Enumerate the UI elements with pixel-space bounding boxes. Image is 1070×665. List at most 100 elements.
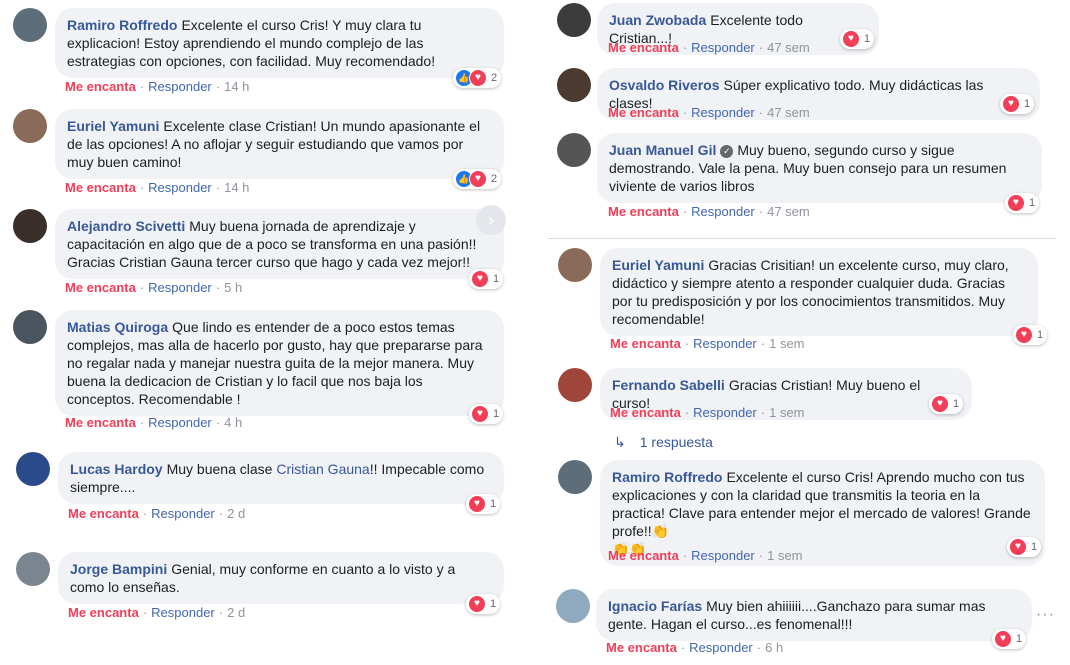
reaction-summary[interactable]: 👍 ♥ 2 — [453, 68, 502, 88]
reply-button[interactable]: Responder — [693, 405, 757, 420]
comment: Juan Zwobada Excelente todo Cristian...! … — [557, 3, 957, 61]
timestamp[interactable]: 14 h — [224, 180, 249, 195]
reaction-count: 1 — [1024, 98, 1031, 110]
timestamp[interactable]: 4 h — [224, 415, 242, 430]
reaction-summary[interactable]: ♥ 1 — [1000, 94, 1035, 114]
commenter-name[interactable]: Alejandro Scivetti — [67, 218, 185, 234]
reaction-summary[interactable]: ♥ 1 — [466, 594, 501, 614]
love-button[interactable]: Me encanta — [65, 415, 136, 430]
mention-link[interactable]: Cristian Gauna — [276, 461, 369, 477]
reply-button[interactable]: Responder — [148, 280, 212, 295]
timestamp[interactable]: 6 h — [765, 640, 783, 655]
reaction-count: 1 — [493, 273, 500, 285]
commenter-name[interactable]: Ignacio Farías — [608, 598, 702, 614]
reaction-summary[interactable]: ♥ 1 — [840, 29, 875, 49]
timestamp[interactable]: 47 sem — [767, 105, 810, 120]
chevron-right-icon[interactable]: › — [476, 205, 506, 235]
reply-button[interactable]: Responder — [148, 180, 212, 195]
timestamp[interactable]: 2 d — [227, 506, 245, 521]
love-button[interactable]: Me encanta — [608, 105, 679, 120]
comment: Osvaldo Riveros Súper explicativo todo. M… — [557, 68, 1047, 126]
comment: Ramiro Roffredo Excelente el curso Cris! … — [558, 460, 1053, 570]
reply-button[interactable]: Responder — [148, 415, 212, 430]
avatar[interactable] — [16, 452, 50, 486]
comment-actions: Me encanta · Responder · 4 h — [65, 415, 242, 430]
comment: Juan Manuel Gil ✓ Muy bueno, segundo curso… — [557, 133, 1047, 223]
love-button[interactable]: Me encanta — [608, 40, 679, 55]
timestamp[interactable]: 2 d — [227, 605, 245, 620]
reaction-summary[interactable]: ♥ 1 — [469, 269, 504, 289]
commenter-name[interactable]: Osvaldo Riveros — [609, 77, 720, 93]
reaction-summary[interactable]: ♥ 1 — [992, 629, 1027, 649]
love-button[interactable]: Me encanta — [610, 405, 681, 420]
commenter-name[interactable]: Jorge Bampini — [70, 561, 167, 577]
commenter-name[interactable]: Euriel Yamuni — [612, 257, 704, 273]
commenter-name[interactable]: Ramiro Roffredo — [612, 469, 722, 485]
avatar[interactable] — [557, 3, 591, 37]
heart-icon: ♥ — [1002, 95, 1020, 113]
avatar[interactable] — [13, 209, 47, 243]
commenter-name[interactable]: Ramiro Roffredo — [67, 17, 177, 33]
love-button[interactable]: Me encanta — [608, 548, 679, 563]
love-button[interactable]: Me encanta — [65, 280, 136, 295]
timestamp[interactable]: 1 sem — [769, 405, 804, 420]
love-button[interactable]: Me encanta — [65, 79, 136, 94]
avatar[interactable] — [558, 368, 592, 402]
reply-button[interactable]: Responder — [691, 105, 755, 120]
reaction-summary[interactable]: ♥ 1 — [466, 494, 501, 514]
avatar[interactable] — [13, 109, 47, 143]
commenter-name[interactable]: Fernando Sabelli — [612, 377, 725, 393]
avatar[interactable] — [16, 552, 50, 586]
comment: Euriel Yamuni Gracias Crisitian! un excel… — [558, 248, 1053, 353]
avatar[interactable] — [556, 589, 590, 623]
commenter-name[interactable]: Juan Manuel Gil — [609, 142, 716, 158]
reaction-count: 1 — [1016, 633, 1023, 645]
reply-button[interactable]: Responder — [691, 204, 755, 219]
reaction-summary[interactable]: ♥ 1 — [1005, 193, 1040, 213]
reaction-summary[interactable]: ♥ 1 — [1007, 537, 1042, 557]
comment-bubble: Alejandro Scivetti Muy buena jornada de a… — [55, 209, 504, 279]
commenter-name[interactable]: Euriel Yamuni — [67, 118, 159, 134]
reply-button[interactable]: Responder — [691, 548, 755, 563]
timestamp[interactable]: 14 h — [224, 79, 249, 94]
commenter-name[interactable]: Lucas Hardoy — [70, 461, 163, 477]
love-button[interactable]: Me encanta — [606, 640, 677, 655]
reaction-summary[interactable]: ♥ 1 — [1013, 325, 1048, 345]
separator: · — [684, 336, 690, 351]
commenter-name[interactable]: Matias Quiroga — [67, 319, 168, 335]
avatar[interactable] — [558, 460, 592, 494]
timestamp[interactable]: 47 sem — [767, 204, 810, 219]
more-options-icon[interactable]: ··· — [1036, 606, 1055, 624]
avatar[interactable] — [557, 133, 591, 167]
reply-button[interactable]: Responder — [689, 640, 753, 655]
heart-icon: ♥ — [471, 405, 489, 423]
avatar[interactable] — [558, 248, 592, 282]
love-button[interactable]: Me encanta — [610, 336, 681, 351]
love-button[interactable]: Me encanta — [68, 605, 139, 620]
timestamp[interactable]: 1 sem — [767, 548, 802, 563]
timestamp[interactable]: 47 sem — [767, 40, 810, 55]
view-replies-link[interactable]: ↳ 1 respuesta — [614, 434, 713, 451]
commenter-name[interactable]: Juan Zwobada — [609, 12, 706, 28]
reaction-count: 2 — [491, 173, 498, 185]
reaction-summary[interactable]: 👍 ♥ 2 — [453, 169, 502, 189]
love-button[interactable]: Me encanta — [608, 204, 679, 219]
avatar[interactable] — [13, 310, 47, 344]
reply-button[interactable]: Responder — [693, 336, 757, 351]
love-button[interactable]: Me encanta — [65, 180, 136, 195]
reply-button[interactable]: Responder — [151, 506, 215, 521]
separator: · — [682, 204, 688, 219]
avatar[interactable] — [13, 8, 47, 42]
reply-button[interactable]: Responder — [691, 40, 755, 55]
comment-bubble: Euriel Yamuni Excelente clase Cristian! U… — [55, 109, 504, 179]
reaction-summary[interactable]: ♥ 1 — [929, 394, 964, 414]
love-button[interactable]: Me encanta — [68, 506, 139, 521]
avatar[interactable] — [557, 68, 591, 102]
separator: · — [139, 415, 145, 430]
reply-button[interactable]: Responder — [148, 79, 212, 94]
separator: · — [215, 180, 221, 195]
timestamp[interactable]: 5 h — [224, 280, 242, 295]
timestamp[interactable]: 1 sem — [769, 336, 804, 351]
reaction-summary[interactable]: ♥ 1 — [469, 404, 504, 424]
reply-button[interactable]: Responder — [151, 605, 215, 620]
